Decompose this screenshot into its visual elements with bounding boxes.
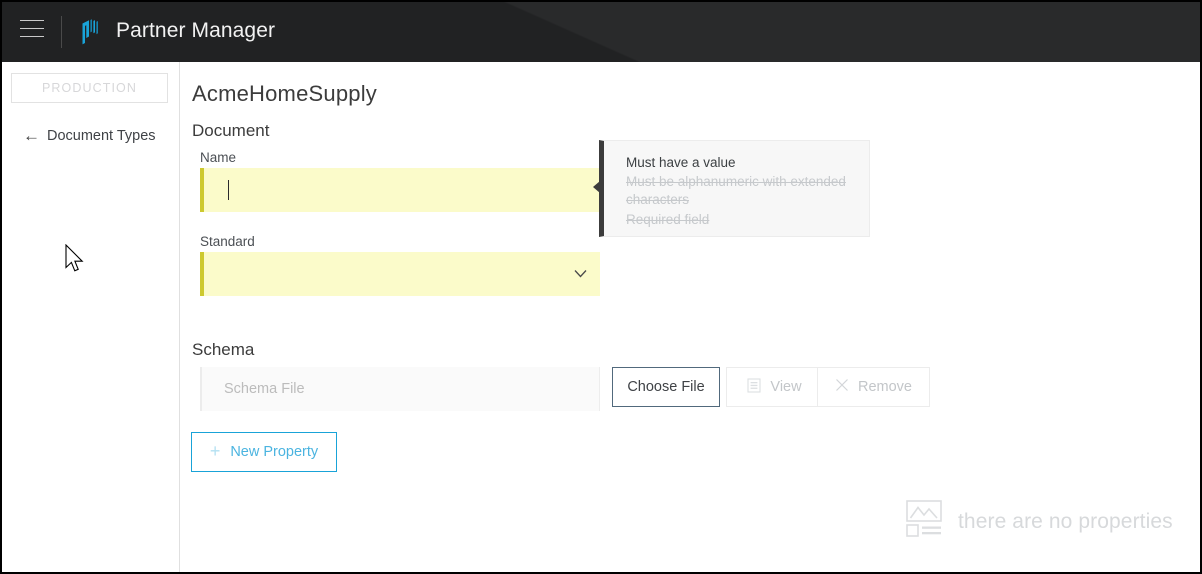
- standard-field-label: Standard: [200, 234, 255, 249]
- view-label: View: [770, 379, 801, 395]
- empty-state-text: there are no properties: [958, 510, 1173, 534]
- environment-selector-button[interactable]: PRODUCTION: [11, 73, 168, 103]
- standard-select[interactable]: [200, 252, 600, 296]
- choose-file-label: Choose File: [627, 379, 704, 395]
- application-window: Partner Manager PRODUCTION ← Document Ty…: [2, 2, 1200, 572]
- document-section-heading: Document: [192, 121, 269, 141]
- empty-state: there are no properties: [906, 500, 1173, 543]
- name-input[interactable]: [200, 168, 600, 212]
- hamburger-bar: [20, 20, 44, 21]
- schema-file-input[interactable]: Schema File: [200, 367, 600, 411]
- remove-label: Remove: [858, 379, 912, 395]
- back-arrow-icon: ←: [23, 127, 40, 144]
- no-properties-placeholder-icon: [906, 500, 942, 543]
- page-title: AcmeHomeSupply: [192, 81, 377, 107]
- choose-file-button[interactable]: Choose File: [612, 367, 720, 407]
- sidebar-item-label: Document Types: [47, 128, 156, 144]
- validation-message: Must be alphanumeric with extended chara…: [626, 173, 851, 209]
- environment-label: PRODUCTION: [42, 81, 137, 95]
- validation-message: Required field: [626, 211, 851, 229]
- sidebar-item-document-types[interactable]: ← Document Types: [23, 128, 156, 144]
- plus-icon: +: [210, 442, 221, 460]
- main-content: AcmeHomeSupply Document Name Must have a…: [180, 62, 1200, 572]
- document-icon: [747, 378, 761, 397]
- chevron-down-icon: [573, 266, 588, 281]
- new-property-label: New Property: [230, 444, 318, 460]
- name-field-label: Name: [200, 150, 236, 165]
- mouse-cursor-pointer: [65, 244, 87, 276]
- schema-file-placeholder: Schema File: [224, 381, 305, 397]
- app-title: Partner Manager: [116, 19, 275, 43]
- schema-section-heading: Schema: [192, 340, 254, 360]
- validation-message: Must have a value: [626, 154, 851, 172]
- hamburger-bar: [20, 28, 44, 29]
- tooltip-arrow-icon: [593, 181, 600, 193]
- view-button[interactable]: View: [726, 367, 823, 407]
- close-x-icon: [835, 378, 849, 396]
- partner-manager-logo-icon: [75, 17, 105, 47]
- app-header: Partner Manager: [2, 2, 1200, 62]
- header-divider: [61, 16, 62, 48]
- hamburger-menu-icon[interactable]: [20, 20, 44, 40]
- sidebar: PRODUCTION ← Document Types: [2, 62, 180, 572]
- text-caret: [228, 180, 229, 200]
- validation-tooltip: Must have a value Must be alphanumeric w…: [599, 140, 870, 237]
- new-property-button[interactable]: + New Property: [191, 432, 337, 472]
- hamburger-bar: [20, 36, 44, 37]
- remove-button[interactable]: Remove: [817, 367, 930, 407]
